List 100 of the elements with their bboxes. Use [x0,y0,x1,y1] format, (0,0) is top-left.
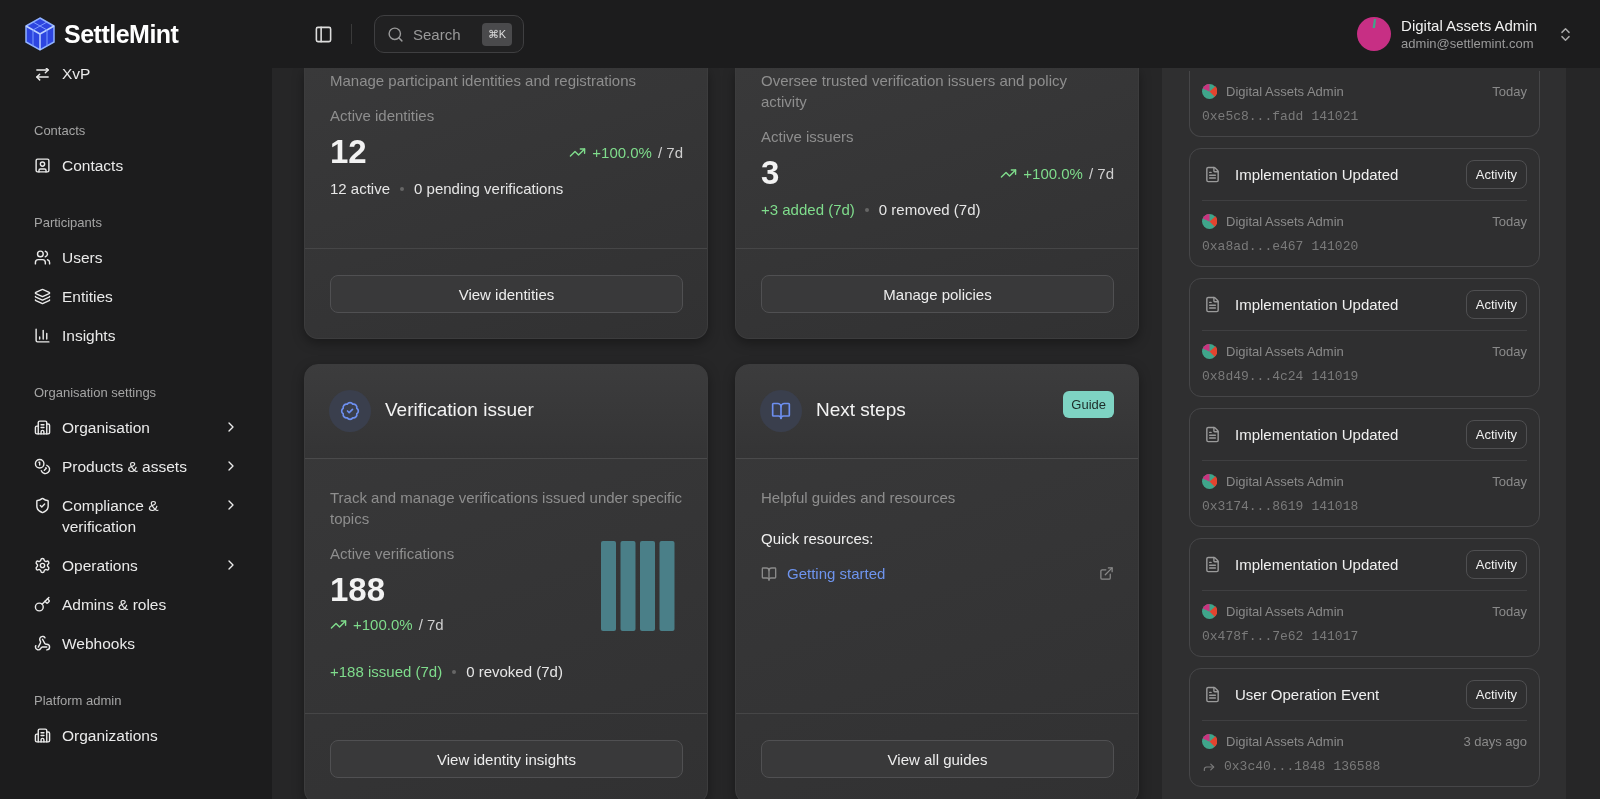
sidebar-item[interactable]: Users [34,238,239,277]
activity-time: Today [1492,84,1527,99]
avatar-icon [1202,734,1217,749]
card-description: Manage participant identities and registrations [330,71,637,91]
sidebar-item[interactable]: Contacts [34,146,239,185]
metric-value: 3 [761,153,780,193]
document-icon [1204,426,1221,443]
card-description: Oversee trusted verification issuers and policy activity [761,71,1068,112]
sidebar-item[interactable]: Webhooks [34,624,239,663]
avatar-icon [1202,344,1217,359]
activity-user: Digital Assets Admin [1226,344,1345,359]
layers-icon [34,288,51,305]
document-icon [1204,556,1221,573]
sidebar-toggle-icon[interactable] [314,24,333,44]
avatar-icon [1202,604,1217,619]
activity-tag: Activity [1465,680,1527,709]
activity-time: Today [1492,604,1527,619]
trend-value: +100.0% [353,616,413,633]
separator-dot [864,207,869,212]
book-icon [761,565,777,582]
stat-text: 0 revoked (7d) [466,663,563,680]
webhook-icon [34,635,51,652]
activity-title: Implementation Updated [1235,426,1400,443]
guide-tag: Guide [1063,391,1114,418]
block-number: 141017 [1311,629,1359,644]
coins-icon [34,458,51,475]
avatar-icon [1202,84,1217,99]
avatar-icon [1202,214,1217,229]
block-number: 141018 [1311,499,1359,514]
block-number: 141020 [1311,239,1359,254]
section-heading: Participants [34,215,103,230]
card-action-button[interactable]: View identity insights [330,740,683,778]
document-icon [1204,166,1221,183]
stat-text: +3 added (7d) [761,201,855,218]
metric-value: 188 [330,570,387,610]
shortcut-key: ⌘K [481,23,512,46]
activity-time: Today [1492,214,1527,229]
card-action-button[interactable]: Manage policies [761,275,1114,313]
sidebar-item[interactable]: Products & assets [34,447,239,486]
activity-time: 3 days ago [1463,734,1527,749]
sidebar-item[interactable]: Organizations [34,716,239,755]
shield-check-icon [34,497,51,514]
trend-value: +100.0% [1023,164,1083,182]
card-action-button[interactable]: View identities [330,275,683,313]
sidebar-item[interactable]: Compliance & verification [34,486,239,546]
document-icon [1204,686,1221,703]
activity-title: Implementation Updated [1235,296,1400,313]
section-heading: Platform admin [34,693,123,708]
activity-user: Digital Assets Admin [1226,604,1345,619]
card-description: Track and manage verifications issued under specific topics [330,488,683,529]
metric-value: 12 [330,132,367,172]
contact-card-icon [34,157,51,174]
activity-title: Implementation Updated [1235,556,1400,573]
activity-title: User Operation Event [1235,686,1381,703]
metric-label: Active verifications [330,545,455,562]
activity-user: Digital Assets Admin [1226,474,1345,489]
sidebar-item[interactable]: Entities [34,277,239,316]
search-icon [387,26,404,43]
stat-text: +188 issued (7d) [330,663,443,680]
activity-tag: Activity [1465,160,1527,189]
trend-period: / 7d [657,143,683,161]
activity-user: Digital Assets Admin [1226,214,1345,229]
metric-label: Active identities [330,107,436,124]
trend-period: / 7d [418,616,444,633]
stat-text: 0 pending verifications [414,180,564,197]
trend-value: +100.0% [592,143,652,161]
card-title: Next steps [816,399,907,421]
user-name: Digital Assets Admin [1401,17,1537,34]
activity-time: Today [1492,474,1527,489]
sidebar-item[interactable]: Insights [34,316,239,355]
avatar-icon [1202,474,1217,489]
resources-heading: Quick resources: [761,530,875,547]
activity-time: Today [1492,344,1527,359]
block-number: 141019 [1311,369,1359,384]
stat-text: 0 removed (7d) [878,201,981,218]
card-action-button[interactable]: View all guides [761,740,1114,778]
badge-check-icon [329,390,371,432]
document-icon [1204,296,1221,313]
key-icon [34,596,51,613]
section-heading: Contacts [34,123,87,138]
users-icon [34,249,51,266]
card-title: Verification issuer [385,399,535,421]
trend-period: / 7d [1088,164,1114,182]
sidebar-item[interactable]: XvP [34,68,239,93]
sidebar-item[interactable]: Operations [34,546,239,585]
activity-user: Digital Assets Admin [1226,84,1345,99]
logo-icon [24,17,56,51]
settings-icon [34,557,51,574]
section-heading: Organisation settings [34,385,158,400]
block-number: 141021 [1311,109,1359,124]
card-description: Helpful guides and resources [761,488,957,508]
block-number: 136588 [1333,759,1381,774]
book-icon [760,390,802,432]
separator-dot [452,669,457,674]
sidebar-item[interactable]: Admins & roles [34,585,239,624]
external-link-icon[interactable] [1099,566,1114,581]
sidebar-item[interactable]: Organisation [34,408,239,447]
bar-chart-icon [34,327,51,344]
resource-link[interactable]: Getting started [787,565,1089,582]
avatar-icon [1357,17,1392,51]
